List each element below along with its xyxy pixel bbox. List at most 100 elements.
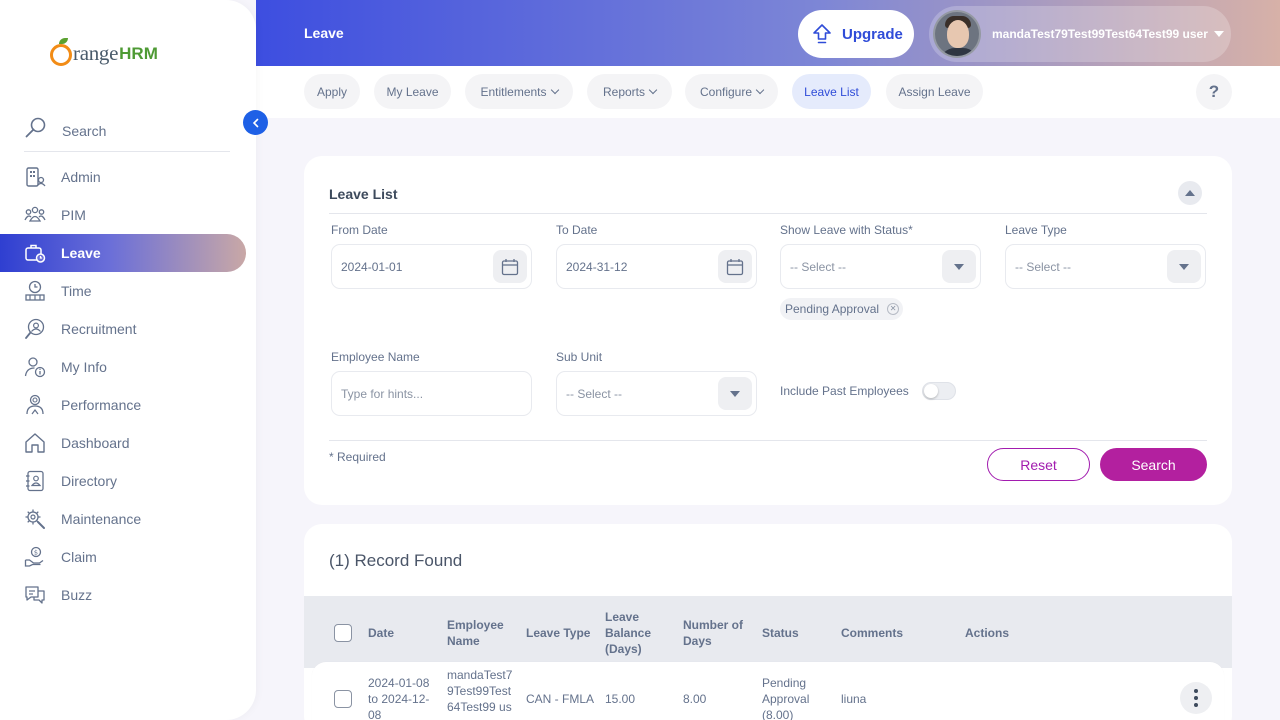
divider <box>329 213 1207 214</box>
row-checkbox[interactable] <box>334 690 352 708</box>
leave-list-filter-card: Leave List From Date 2024-01-01 To Date … <box>304 156 1232 505</box>
sidebar-item-label: Performance <box>61 397 142 413</box>
caret-up-icon <box>1185 190 1195 196</box>
select-all-checkbox[interactable] <box>334 624 352 642</box>
time-icon <box>24 280 46 302</box>
cell-status: Pending Approval (8.00) <box>762 676 810 720</box>
sidebar-item-buzz[interactable]: Buzz <box>0 576 256 614</box>
sidebar-item-time[interactable]: Time <box>0 272 256 310</box>
sidebar-item-pim[interactable]: PIM <box>0 196 256 234</box>
tab-entitlements[interactable]: Entitlements <box>465 74 573 109</box>
status-chip-label: Pending Approval <box>785 302 880 316</box>
dropdown-arrow-icon <box>718 377 752 410</box>
toggle-knob <box>924 384 938 398</box>
user-dropdown[interactable]: mandaTest79Test99Test64Test99 user <box>929 6 1231 62</box>
status-label: Show Leave with Status* <box>780 223 913 237</box>
subunit-label: Sub Unit <box>556 350 603 364</box>
orangehrm-logo[interactable]: range HRM <box>50 32 158 66</box>
chevron-down-icon <box>648 85 658 94</box>
maintenance-icon <box>24 508 46 530</box>
cell-leave-type: CAN - FMLA <box>526 692 595 706</box>
status-placeholder: -- Select -- <box>790 259 847 274</box>
header-date[interactable]: Date <box>368 625 394 641</box>
status-chip: Pending Approval ✕ <box>780 298 904 320</box>
help-button[interactable]: ? <box>1196 74 1232 110</box>
status-select[interactable]: -- Select -- <box>780 244 981 289</box>
svg-text:$: $ <box>34 548 38 556</box>
tab-leave-list[interactable]: Leave List <box>792 74 871 109</box>
cell-comments: liuna <box>841 692 867 706</box>
collapse-filter-button[interactable] <box>1178 181 1202 205</box>
filter-title: Leave List <box>329 186 398 202</box>
recruitment-icon <box>24 318 46 340</box>
logo-text-range: range <box>73 41 119 65</box>
tab-configure[interactable]: Configure <box>685 74 778 109</box>
from-date-label: From Date <box>331 223 388 237</box>
sidebar-item-dashboard[interactable]: Dashboard <box>0 424 256 462</box>
sidebar-item-maintenance[interactable]: Maintenance <box>0 500 256 538</box>
include-past-employees-label: Include Past Employees <box>780 384 909 398</box>
sidebar-item-label: Leave <box>61 245 101 261</box>
header-actions: Actions <box>965 626 1010 640</box>
caret-down-icon <box>1213 31 1224 37</box>
header-comments[interactable]: Comments <box>841 625 903 641</box>
upgrade-button[interactable]: Upgrade <box>798 10 914 58</box>
header-number-of-days[interactable]: Number of Days <box>683 617 749 649</box>
header-leave-balance[interactable]: Leave Balance (Days) <box>605 609 665 657</box>
pim-icon <box>24 204 46 226</box>
sidebar-item-label: Admin <box>61 169 101 185</box>
include-past-employees-toggle[interactable] <box>922 382 956 400</box>
sidebar-search[interactable]: Search <box>24 110 230 152</box>
leave-topnav: Apply My Leave Entitlements Reports Conf… <box>256 66 1280 118</box>
sidebar-item-my-info[interactable]: My Info <box>0 348 256 386</box>
records-found: (1) Record Found <box>329 551 463 570</box>
sidebar-search-label: Search <box>62 122 107 139</box>
reset-button[interactable]: Reset <box>987 448 1090 481</box>
cell-employee-name: mandaTest79Test99Test64Test99 user <box>447 668 513 720</box>
cell-leave-balance: 15.00 <box>605 692 636 706</box>
dashboard-icon <box>24 432 46 454</box>
sidebar-collapse-button[interactable] <box>243 110 268 135</box>
subunit-select[interactable]: -- Select -- <box>556 371 757 416</box>
tab-my-leave[interactable]: My Leave <box>374 74 451 109</box>
header-leave-type[interactable]: Leave Type <box>526 625 590 641</box>
leave-type-select[interactable]: -- Select -- <box>1005 244 1206 289</box>
tab-label: Entitlements <box>480 84 547 99</box>
tab-label: Apply <box>316 84 348 99</box>
tab-label: Configure <box>699 84 753 99</box>
calendar-icon[interactable] <box>718 250 752 283</box>
tab-label: Leave List <box>804 84 859 99</box>
employee-name-input[interactable]: Type for hints... <box>331 371 532 416</box>
header-employee-name[interactable]: Employee Name <box>447 617 513 649</box>
sidebar-item-admin[interactable]: Admin <box>0 158 256 196</box>
sidebar-item-directory[interactable]: Directory <box>0 462 256 500</box>
logo-text-hrm: HRM <box>119 44 158 63</box>
more-actions-icon[interactable] <box>1180 682 1212 714</box>
sidebar-item-performance[interactable]: Performance <box>0 386 256 424</box>
remove-chip-icon[interactable]: ✕ <box>887 303 900 315</box>
to-date-value: 2024-31-12 <box>566 259 628 274</box>
tab-assign-leave[interactable]: Assign Leave <box>886 74 983 109</box>
cell-number-of-days: 8.00 <box>683 692 707 706</box>
required-note: * Required <box>329 450 386 464</box>
header-status[interactable]: Status <box>762 625 799 641</box>
chevron-down-icon <box>755 85 765 94</box>
sidebar-item-claim[interactable]: $ Claim <box>0 538 256 576</box>
search-button[interactable]: Search <box>1100 448 1207 481</box>
sidebar-item-label: Time <box>61 283 92 299</box>
employee-name-placeholder: Type for hints... <box>341 386 424 401</box>
sidebar-item-label: My Info <box>61 359 107 375</box>
cell-date: 2024-01-08 to 2024-12-08 <box>368 676 430 720</box>
to-date-input[interactable]: 2024-31-12 <box>556 244 757 289</box>
sidebar-item-recruitment[interactable]: Recruitment <box>0 310 256 348</box>
top-header: Leave Upgrade mandaTest79Test99Test64Tes… <box>256 0 1280 66</box>
tab-reports[interactable]: Reports <box>587 74 672 109</box>
calendar-icon[interactable] <box>493 250 527 283</box>
sidebar-item-label: Claim <box>61 549 97 565</box>
to-date-label: To Date <box>556 223 598 237</box>
sidebar-nav: Admin PIM Leave Time Recruitment My Info… <box>0 158 256 614</box>
sidebar-item-leave[interactable]: Leave <box>0 234 246 272</box>
tab-apply[interactable]: Apply <box>304 74 360 109</box>
from-date-input[interactable]: 2024-01-01 <box>331 244 532 289</box>
table-row[interactable]: 2024-01-08 to 2024-12-08 mandaTest79Test… <box>312 662 1224 720</box>
